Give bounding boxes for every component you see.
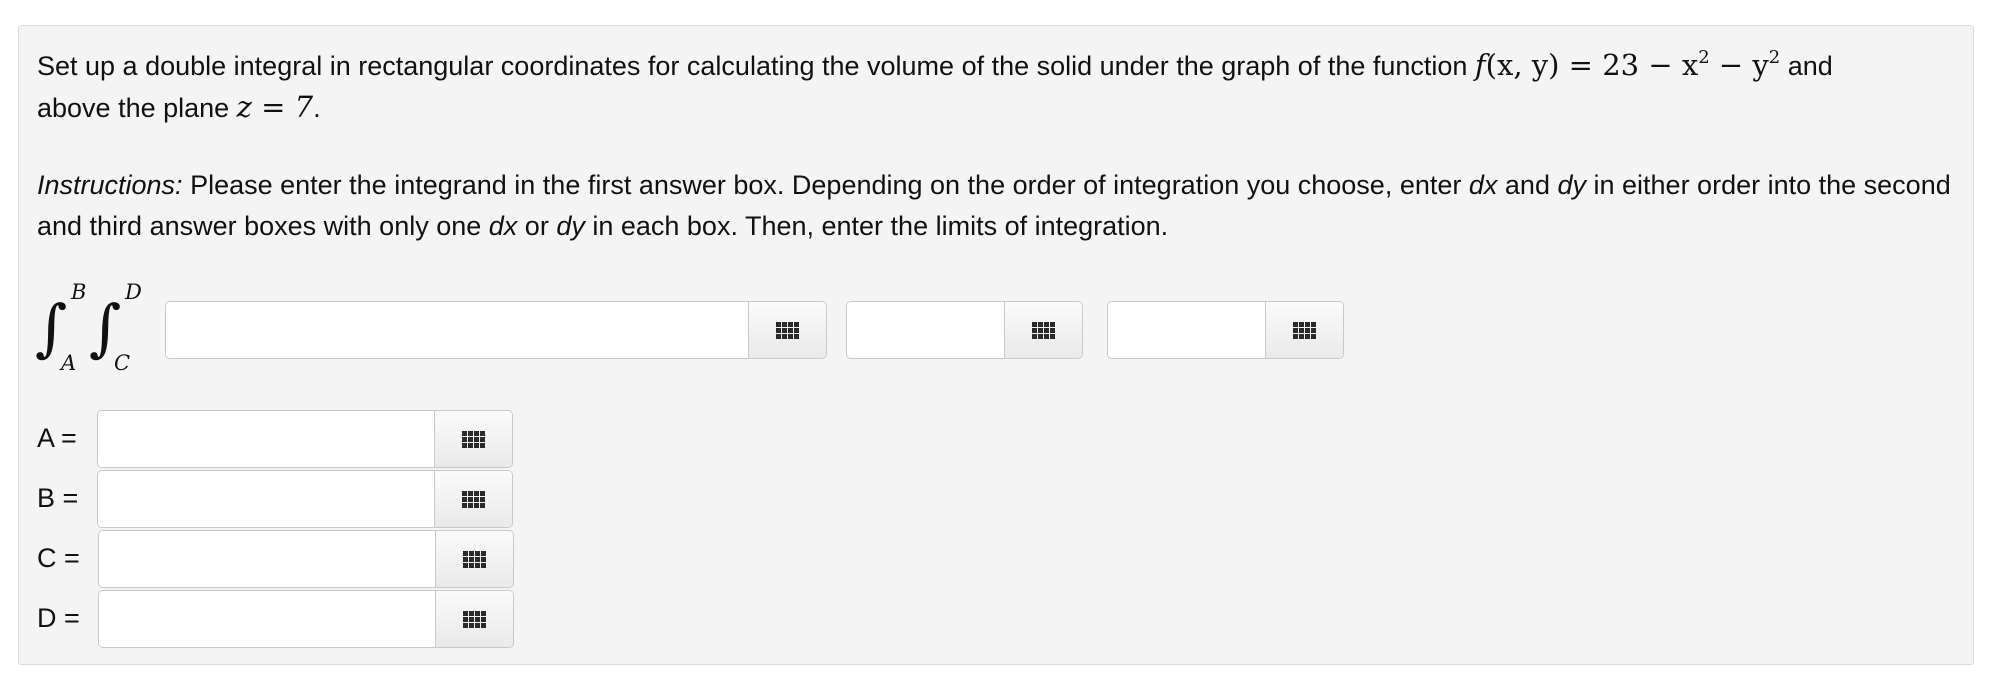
limit-c-input[interactable] [99,531,435,587]
limit-a-label: A = [37,423,77,453]
integrand-answer-box [165,301,827,359]
limit-c-answer-box [98,530,514,588]
instructions-text: Instructions: Please enter the integrand… [37,170,1951,241]
keypad-icon [462,430,485,448]
double-integral-symbol: ∫ B A ∫ D C [35,279,175,389]
limit-b-label: B = [37,483,79,513]
inner-upper-limit: D [125,280,142,304]
keypad-icon [1032,321,1055,339]
differential2-answer-box [1107,301,1344,359]
integrand-keypad-button[interactable] [748,302,826,358]
differential1-input[interactable] [847,302,1004,358]
integrand-input[interactable] [166,302,748,358]
differential2-input[interactable] [1108,302,1265,358]
keypad-icon [1293,321,1316,339]
limit-c-label: C = [37,543,80,573]
question-panel: Set up a double integral in rectangular … [18,25,1974,665]
outer-integral-sign: ∫ [35,291,68,364]
inner-integral-sign: ∫ [89,291,122,364]
limit-c-keypad-button[interactable] [435,531,513,587]
limit-d-label: D = [37,603,80,633]
limit-d-keypad-button[interactable] [435,591,513,647]
keypad-icon [462,490,485,508]
keypad-icon [463,550,486,568]
keypad-icon [463,610,486,628]
limit-b-answer-box [97,470,513,528]
inner-lower-limit: C [114,351,131,375]
limit-b-keypad-button[interactable] [434,471,512,527]
question-prefix: Set up a double integral in rectangular … [37,51,1475,81]
differential1-keypad-button[interactable] [1004,302,1082,358]
question-line2-prefix: above the plane [37,93,237,123]
outer-upper-limit: B [71,280,87,304]
limit-d-input[interactable] [99,591,435,647]
plane-formula: z = 7 [236,90,314,124]
differential2-keypad-button[interactable] [1265,302,1343,358]
limit-a-input[interactable] [98,411,434,467]
limit-a-answer-box [97,410,513,468]
outer-lower-limit: A [61,351,77,375]
limit-d-answer-box [98,590,514,648]
function-formula: f(x, y) = 23 − x2 − y2 [1474,47,1781,82]
question-text: Set up a double integral in rectangular … [37,47,1833,124]
instructions-label: Instructions: [37,170,183,200]
keypad-icon [776,321,799,339]
limit-a-keypad-button[interactable] [434,411,512,467]
differential1-answer-box [846,301,1083,359]
limit-b-input[interactable] [98,471,434,527]
question-and: and [1780,51,1833,81]
